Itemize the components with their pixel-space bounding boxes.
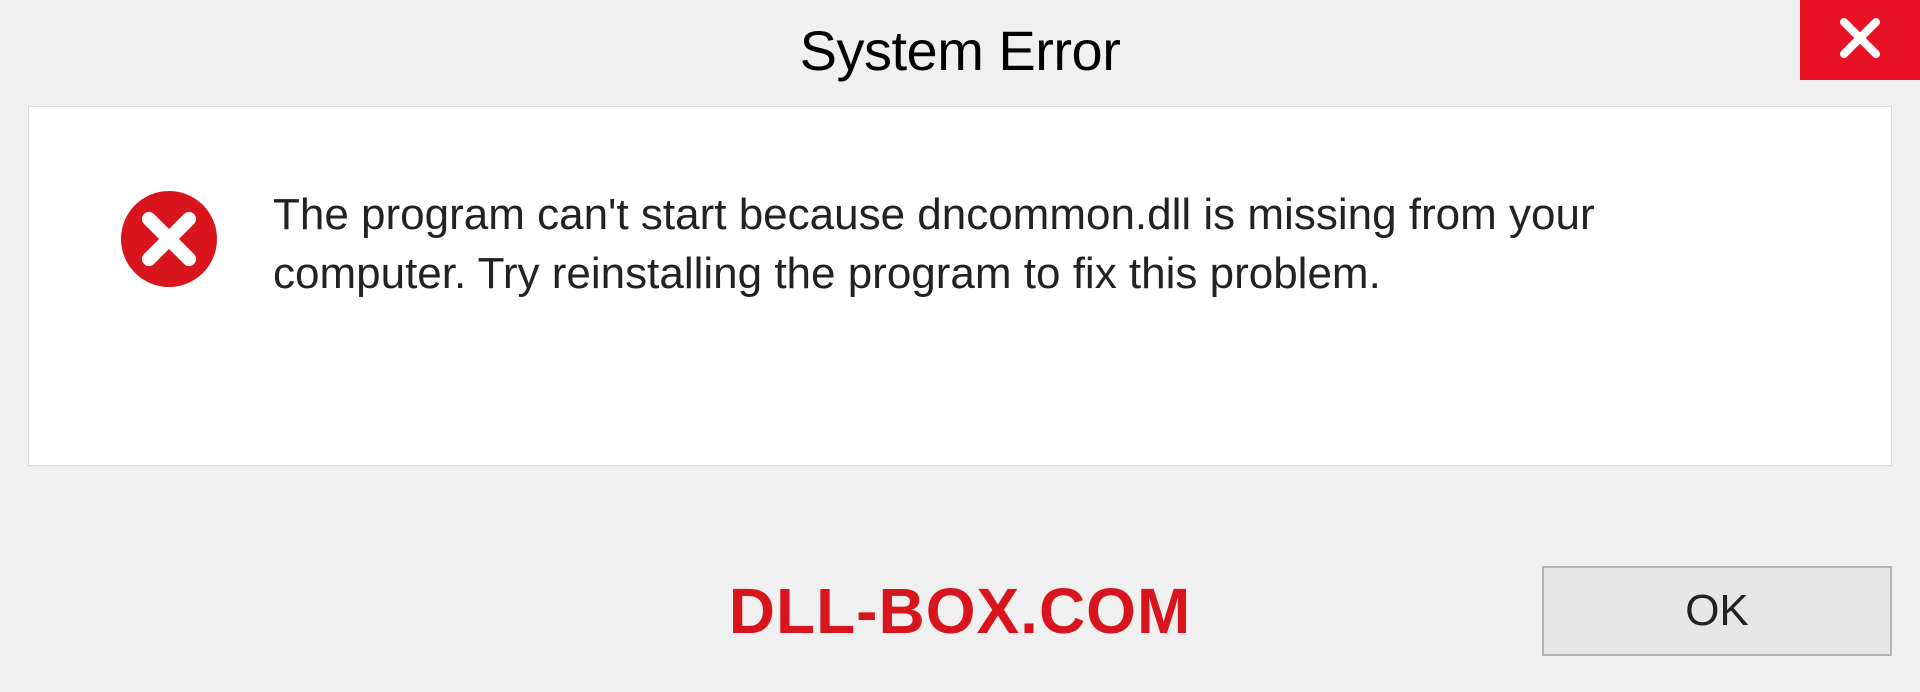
error-message: The program can't start because dncommon… xyxy=(273,185,1773,304)
close-icon xyxy=(1838,16,1882,65)
ok-button-label: OK xyxy=(1685,586,1749,636)
error-icon xyxy=(119,189,219,289)
dialog-title: System Error xyxy=(800,18,1121,83)
content-panel: The program can't start because dncommon… xyxy=(28,106,1892,466)
watermark-text: DLL-BOX.COM xyxy=(729,574,1192,648)
ok-button[interactable]: OK xyxy=(1542,566,1892,656)
close-button[interactable] xyxy=(1800,0,1920,80)
title-bar: System Error xyxy=(0,0,1920,100)
button-row: DLL-BOX.COM OK xyxy=(0,566,1920,656)
